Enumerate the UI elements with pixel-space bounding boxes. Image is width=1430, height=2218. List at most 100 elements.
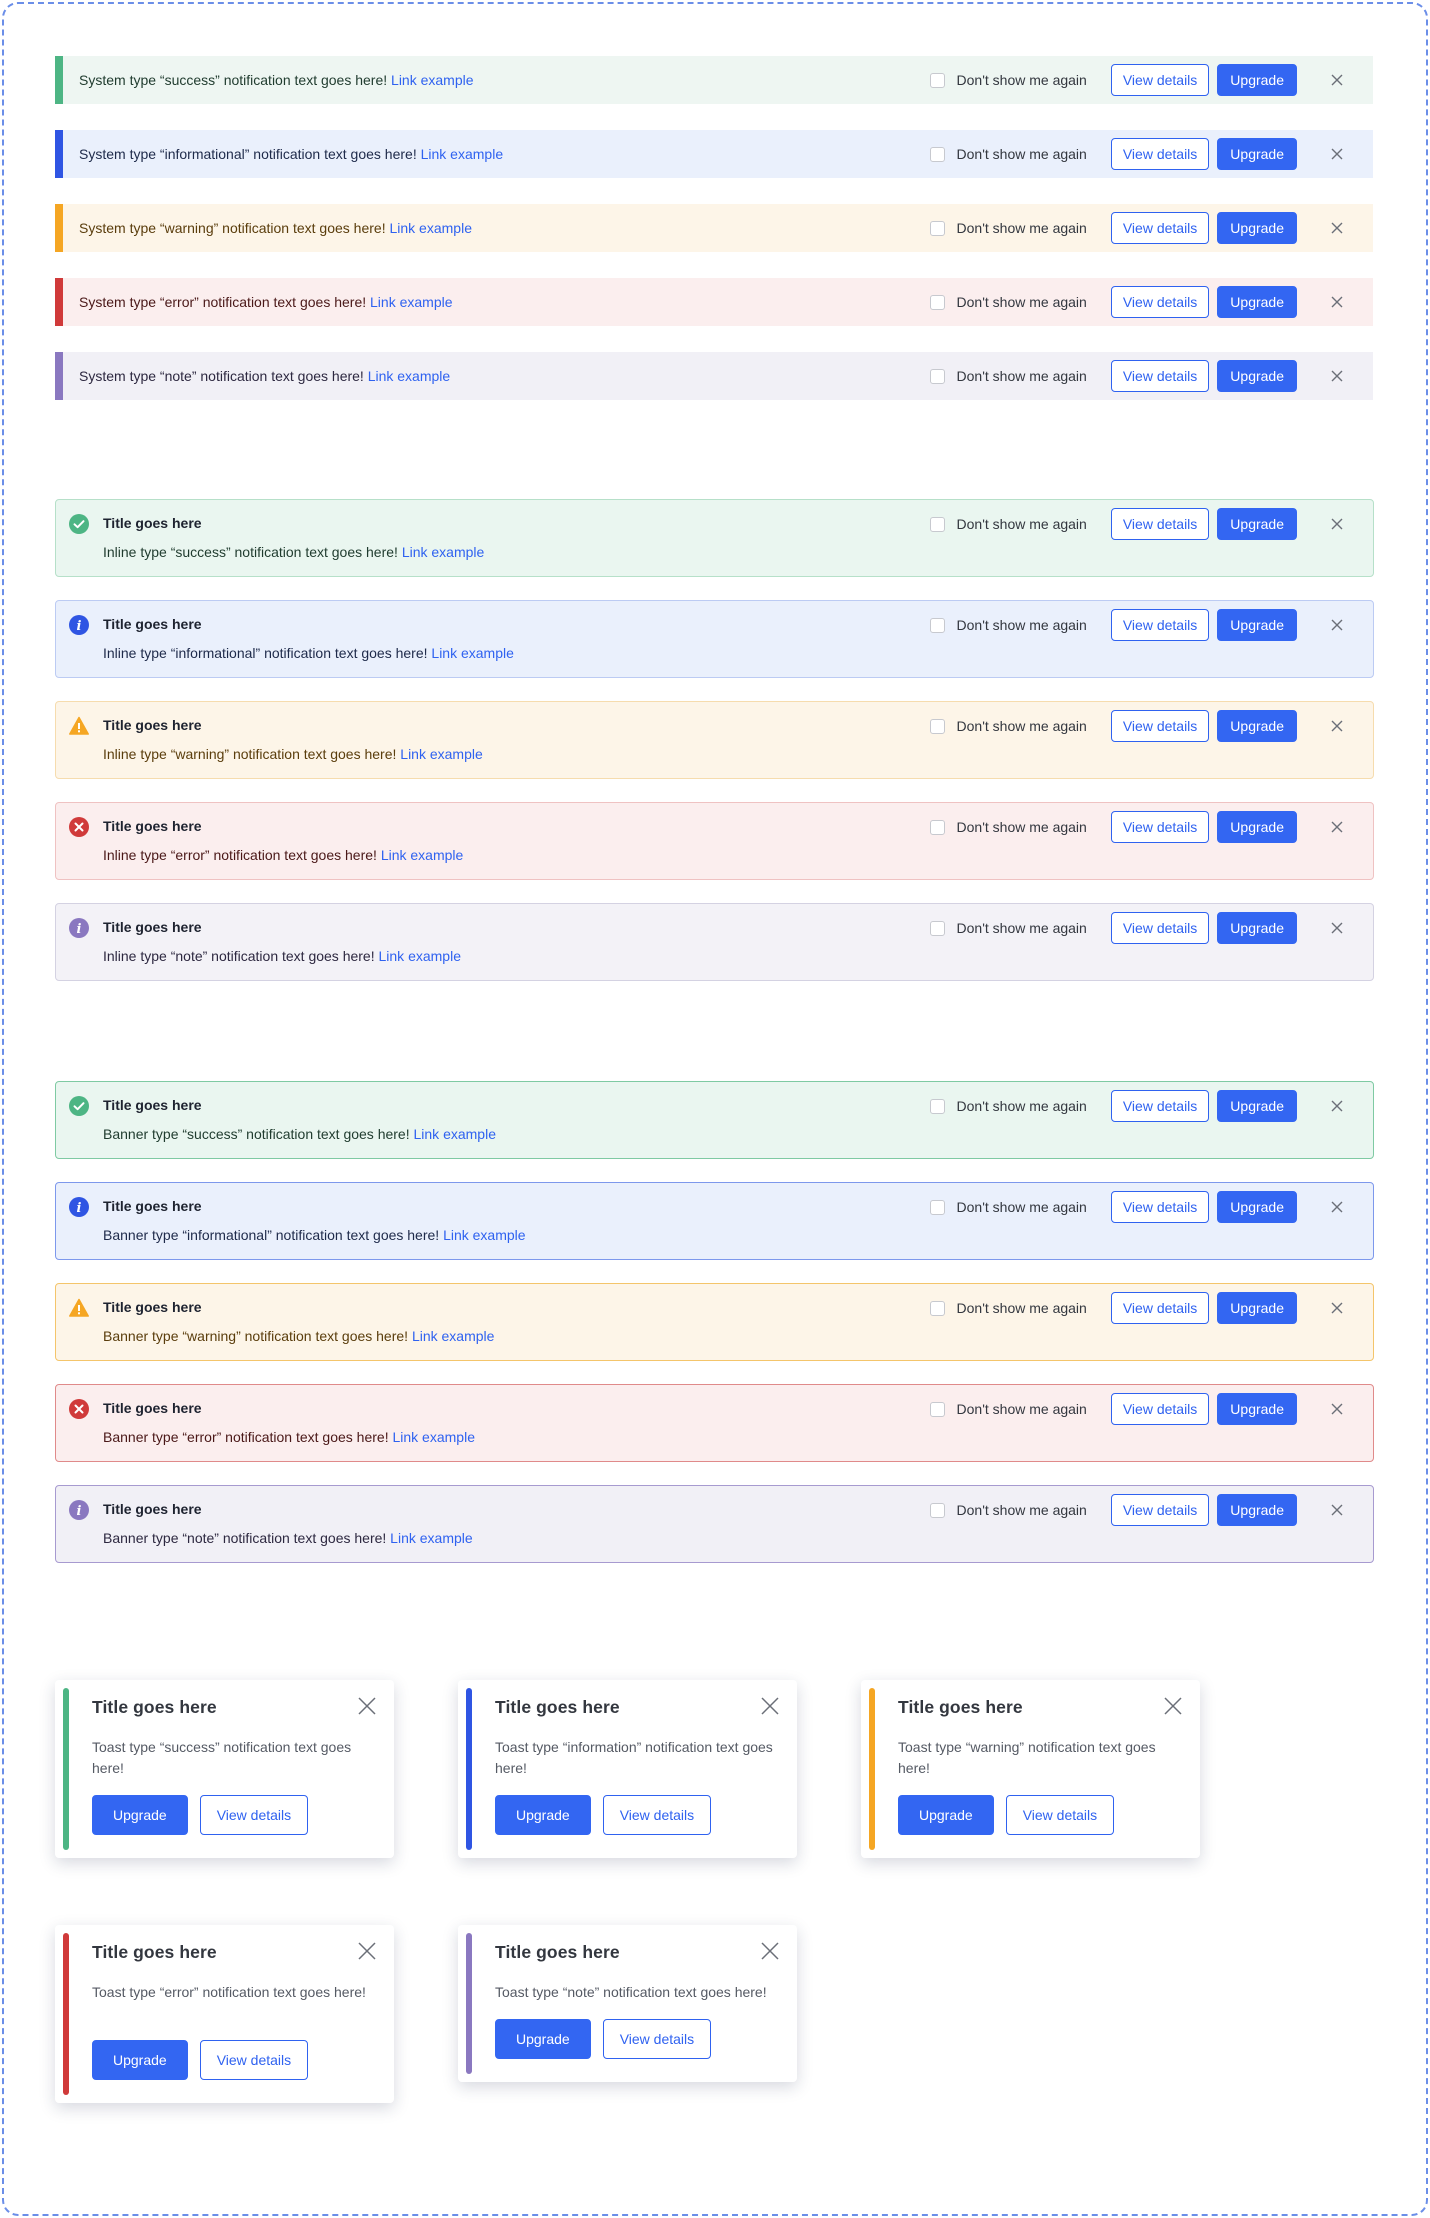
upgrade-button[interactable]: Upgrade xyxy=(1217,1393,1297,1425)
dont-show-checkbox[interactable] xyxy=(929,1401,945,1417)
upgrade-button[interactable]: Upgrade xyxy=(1217,1494,1297,1526)
dont-show-label: Don't show me again xyxy=(956,516,1087,532)
view-details-button[interactable]: View details xyxy=(602,1795,712,1835)
upgrade-button[interactable]: Upgrade xyxy=(1217,710,1297,742)
dont-show-checkbox[interactable] xyxy=(929,617,945,633)
view-details-button[interactable]: View details xyxy=(1110,1090,1210,1122)
dont-show-checkbox[interactable] xyxy=(929,516,945,532)
view-details-button[interactable]: View details xyxy=(1110,138,1210,170)
dont-show-checkbox[interactable] xyxy=(929,72,945,88)
view-details-button[interactable]: View details xyxy=(602,2019,712,2059)
upgrade-button[interactable]: Upgrade xyxy=(898,1795,994,1835)
close-icon[interactable] xyxy=(1325,216,1349,240)
link-example[interactable]: Link example xyxy=(368,368,451,384)
toast-actions: Upgrade View details xyxy=(898,1795,1115,1835)
upgrade-button[interactable]: Upgrade xyxy=(495,1795,591,1835)
view-details-button[interactable]: View details xyxy=(1110,811,1210,843)
dont-show-checkbox[interactable] xyxy=(929,1199,945,1215)
close-icon[interactable] xyxy=(1325,1195,1349,1219)
upgrade-button[interactable]: Upgrade xyxy=(1217,286,1297,318)
close-icon[interactable] xyxy=(1325,512,1349,536)
close-icon[interactable] xyxy=(1325,916,1349,940)
dont-show-checkbox[interactable] xyxy=(929,1098,945,1114)
link-example[interactable]: Link example xyxy=(391,72,474,88)
dont-show-checkbox[interactable] xyxy=(929,819,945,835)
dont-show-checkbox[interactable] xyxy=(929,220,945,236)
view-details-button[interactable]: View details xyxy=(1110,912,1210,944)
accent-bar xyxy=(55,352,63,400)
close-icon[interactable] xyxy=(1162,1695,1184,1717)
link-example[interactable]: Link example xyxy=(381,847,464,863)
close-icon[interactable] xyxy=(1325,68,1349,92)
view-details-button[interactable]: View details xyxy=(199,1795,309,1835)
close-icon[interactable] xyxy=(1325,364,1349,388)
view-details-button[interactable]: View details xyxy=(1110,710,1210,742)
upgrade-button[interactable]: Upgrade xyxy=(92,1795,188,1835)
link-example[interactable]: Link example xyxy=(379,948,462,964)
upgrade-button[interactable]: Upgrade xyxy=(1217,212,1297,244)
link-example[interactable]: Link example xyxy=(443,1227,526,1243)
dont-show-checkbox[interactable] xyxy=(929,1502,945,1518)
upgrade-button[interactable]: Upgrade xyxy=(495,2019,591,2059)
view-details-button[interactable]: View details xyxy=(1110,1191,1210,1223)
view-details-button[interactable]: View details xyxy=(1005,1795,1115,1835)
view-details-button[interactable]: View details xyxy=(1110,212,1210,244)
view-details-button[interactable]: View details xyxy=(199,2040,309,2080)
upgrade-button[interactable]: Upgrade xyxy=(1217,1090,1297,1122)
upgrade-button[interactable]: Upgrade xyxy=(92,2040,188,2080)
close-icon[interactable] xyxy=(1325,815,1349,839)
upgrade-button[interactable]: Upgrade xyxy=(1217,1191,1297,1223)
link-example[interactable]: Link example xyxy=(370,294,453,310)
upgrade-button[interactable]: Upgrade xyxy=(1217,609,1297,641)
link-example[interactable]: Link example xyxy=(402,544,485,560)
close-icon[interactable] xyxy=(356,1695,378,1717)
close-icon[interactable] xyxy=(356,1940,378,1962)
link-example[interactable]: Link example xyxy=(414,1126,497,1142)
view-details-button[interactable]: View details xyxy=(1110,1393,1210,1425)
close-icon[interactable] xyxy=(1325,1498,1349,1522)
upgrade-button[interactable]: Upgrade xyxy=(1217,811,1297,843)
dont-show-checkbox[interactable] xyxy=(929,368,945,384)
close-icon[interactable] xyxy=(1325,714,1349,738)
upgrade-button[interactable]: Upgrade xyxy=(1217,360,1297,392)
view-details-button[interactable]: View details xyxy=(1110,360,1210,392)
upgrade-button[interactable]: Upgrade xyxy=(1217,64,1297,96)
close-icon[interactable] xyxy=(1325,1397,1349,1421)
view-details-button[interactable]: View details xyxy=(1110,508,1210,540)
close-icon[interactable] xyxy=(1325,290,1349,314)
link-example[interactable]: Link example xyxy=(412,1328,495,1344)
close-icon[interactable] xyxy=(759,1940,781,1962)
toast-text: Toast type “error” notification text goe… xyxy=(92,1984,366,2000)
dont-show-checkbox[interactable] xyxy=(929,146,945,162)
toast-error: Title goes here Toast type “error” notif… xyxy=(55,1925,394,2103)
close-icon[interactable] xyxy=(1325,1296,1349,1320)
close-icon[interactable] xyxy=(759,1695,781,1717)
link-example[interactable]: Link example xyxy=(421,146,504,162)
link-example[interactable]: Link example xyxy=(431,645,514,661)
view-details-button[interactable]: View details xyxy=(1110,64,1210,96)
dont-show-checkbox[interactable] xyxy=(929,1300,945,1316)
close-icon[interactable] xyxy=(1325,1094,1349,1118)
dont-show-checkbox[interactable] xyxy=(929,920,945,936)
dont-show-label: Don't show me again xyxy=(956,718,1087,734)
view-details-button[interactable]: View details xyxy=(1110,1494,1210,1526)
notification-title: Title goes here xyxy=(103,1400,202,1416)
dont-show-checkbox[interactable] xyxy=(929,718,945,734)
close-icon[interactable] xyxy=(1325,613,1349,637)
close-icon[interactable] xyxy=(1325,142,1349,166)
view-details-button[interactable]: View details xyxy=(1110,609,1210,641)
upgrade-button[interactable]: Upgrade xyxy=(1217,912,1297,944)
toast-title: Title goes here xyxy=(92,1697,217,1717)
upgrade-button[interactable]: Upgrade xyxy=(1217,138,1297,170)
link-example[interactable]: Link example xyxy=(400,746,483,762)
toast-title: Title goes here xyxy=(898,1697,1023,1717)
view-details-button[interactable]: View details xyxy=(1110,286,1210,318)
toast-text: Toast type “information” notification te… xyxy=(495,1739,773,1776)
link-example[interactable]: Link example xyxy=(390,1530,473,1546)
upgrade-button[interactable]: Upgrade xyxy=(1217,1292,1297,1324)
dont-show-checkbox[interactable] xyxy=(929,294,945,310)
link-example[interactable]: Link example xyxy=(389,220,472,236)
view-details-button[interactable]: View details xyxy=(1110,1292,1210,1324)
link-example[interactable]: Link example xyxy=(392,1429,475,1445)
upgrade-button[interactable]: Upgrade xyxy=(1217,508,1297,540)
